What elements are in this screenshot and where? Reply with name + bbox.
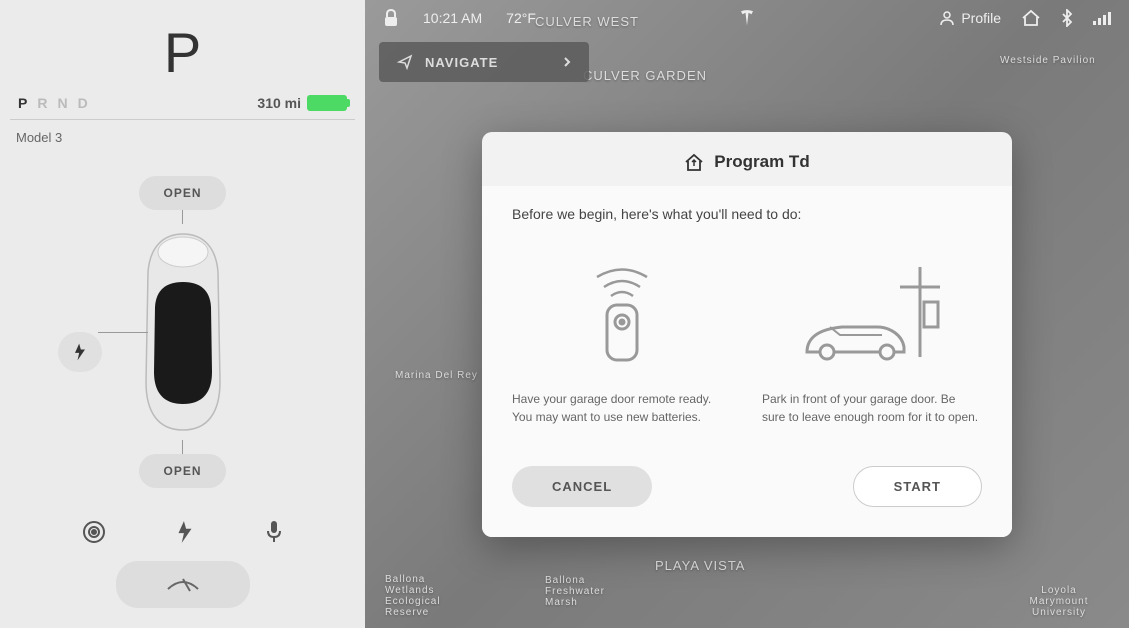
car-top-view bbox=[138, 232, 228, 432]
start-button[interactable]: START bbox=[853, 466, 982, 507]
left-car-panel: P P R N D 310 mi Model 3 OPEN OPEN bbox=[0, 0, 365, 628]
step-park-text: Park in front of your garage door. Be su… bbox=[762, 390, 982, 426]
gear-n: N bbox=[57, 95, 67, 111]
wiper-button[interactable] bbox=[116, 561, 250, 608]
step-remote: Have your garage door remote ready. You … bbox=[512, 252, 732, 426]
camera-button[interactable] bbox=[82, 520, 106, 544]
remote-icon bbox=[587, 252, 657, 372]
open-frunk-button[interactable]: OPEN bbox=[139, 176, 225, 210]
battery-icon bbox=[307, 95, 347, 111]
bolt-icon bbox=[72, 342, 88, 362]
frunk-line bbox=[182, 210, 183, 224]
gear-d: D bbox=[78, 95, 88, 111]
right-panel: CULVER WEST CULVER GARDEN PLAYA VISTA Ma… bbox=[365, 0, 1129, 628]
modal-intro: Before we begin, here's what you'll need… bbox=[512, 206, 982, 222]
charging-button[interactable] bbox=[176, 519, 194, 545]
bolt-icon bbox=[176, 519, 194, 545]
modal-header: Program Td bbox=[482, 132, 1012, 186]
voice-button[interactable] bbox=[264, 519, 284, 545]
status-row: P R N D 310 mi bbox=[10, 95, 355, 120]
wiper-icon bbox=[166, 573, 200, 593]
charge-connector-line bbox=[98, 332, 148, 333]
icon-row bbox=[82, 519, 284, 545]
park-garage-icon bbox=[792, 252, 952, 372]
camera-icon bbox=[82, 520, 106, 544]
gear-p: P bbox=[18, 95, 27, 111]
range-label: 310 mi bbox=[257, 95, 301, 111]
modal-body: Before we begin, here's what you'll need… bbox=[482, 186, 1012, 537]
car-container: OPEN OPEN bbox=[10, 145, 355, 519]
cancel-button[interactable]: CANCEL bbox=[512, 466, 652, 507]
trunk-line bbox=[182, 440, 183, 454]
open-trunk-button[interactable]: OPEN bbox=[139, 454, 225, 488]
gear-indicator: P bbox=[10, 20, 355, 85]
charge-port-button[interactable] bbox=[58, 332, 102, 372]
step-park: Park in front of your garage door. Be su… bbox=[762, 252, 982, 426]
modal-title: Program Td bbox=[714, 152, 809, 172]
program-homelink-modal: Program Td Before we begin, here's what … bbox=[482, 132, 1012, 537]
modal-steps: Have your garage door remote ready. You … bbox=[512, 252, 982, 426]
microphone-icon bbox=[264, 519, 284, 545]
modal-overlay: Program Td Before we begin, here's what … bbox=[365, 0, 1129, 628]
modal-actions: CANCEL START bbox=[512, 466, 982, 507]
gear-r: R bbox=[37, 95, 47, 111]
home-up-icon bbox=[684, 152, 704, 172]
model-name: Model 3 bbox=[10, 130, 355, 145]
bottom-controls bbox=[10, 519, 355, 618]
step-remote-text: Have your garage door remote ready. You … bbox=[512, 390, 732, 426]
gear-selector: P R N D bbox=[18, 95, 88, 111]
range-battery: 310 mi bbox=[257, 95, 347, 111]
